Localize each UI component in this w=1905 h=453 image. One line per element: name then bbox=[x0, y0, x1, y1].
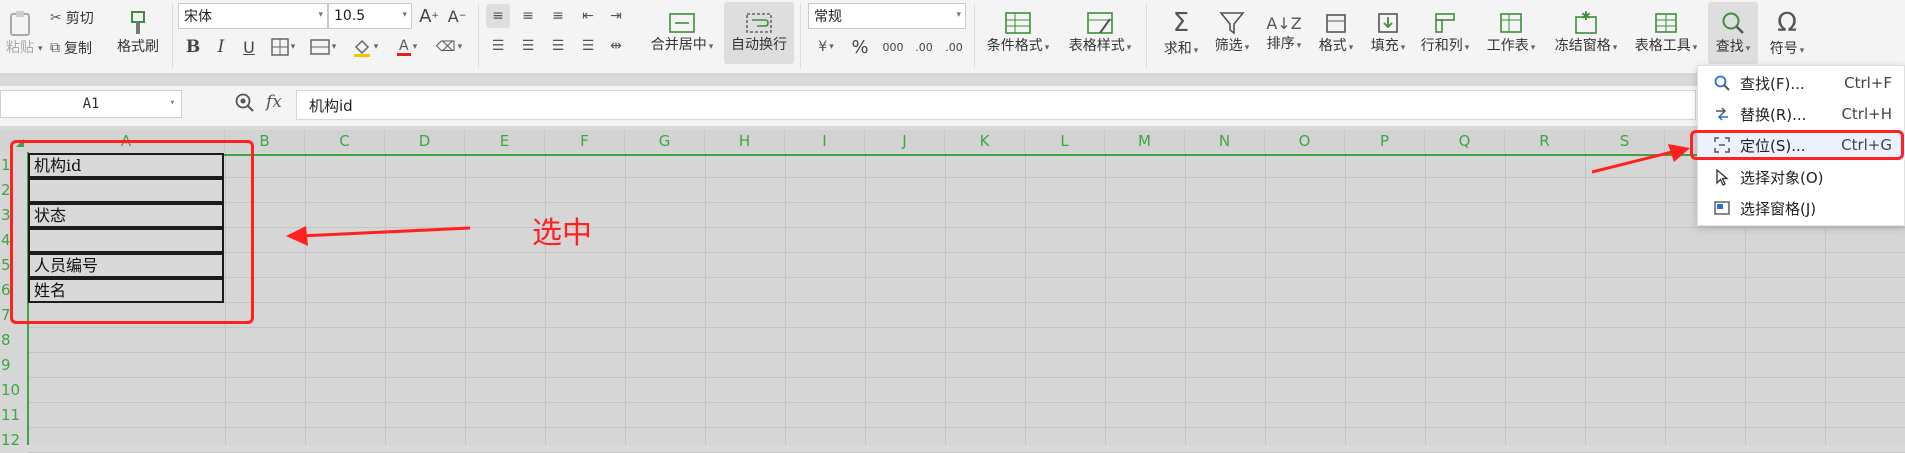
menu-item-select-pane[interactable]: 选择窗格(J) bbox=[1698, 193, 1905, 223]
menu-label: 选择对象(O) bbox=[1740, 168, 1824, 187]
menu-item-select-object[interactable]: 选择对象(O) bbox=[1698, 162, 1905, 192]
menu-item-replace[interactable]: 替换(R)... Ctrl+H bbox=[1698, 99, 1905, 129]
annotation-label: 选中 bbox=[532, 216, 592, 251]
menu-shortcut: Ctrl+F bbox=[1844, 74, 1892, 92]
magnifier-icon bbox=[1710, 74, 1734, 92]
arrow-head-right bbox=[1668, 144, 1690, 162]
menu-shortcut: Ctrl+H bbox=[1841, 105, 1892, 123]
arrow-head-left bbox=[286, 226, 308, 246]
annotation-locate-highlight bbox=[1690, 130, 1904, 160]
menu-label: 替换(R)... bbox=[1740, 105, 1807, 124]
pointer-icon bbox=[1710, 168, 1734, 186]
menu-label: 选择窗格(J) bbox=[1740, 199, 1817, 218]
menu-item-find[interactable]: 查找(F)... Ctrl+F bbox=[1698, 68, 1905, 98]
annotation-arrows bbox=[286, 144, 1690, 246]
arrow-to-menu bbox=[1591, 150, 1673, 174]
replace-icon bbox=[1710, 105, 1734, 123]
arrow-to-cells bbox=[299, 226, 471, 238]
pane-icon bbox=[1710, 199, 1734, 217]
menu-label: 查找(F)... bbox=[1740, 74, 1805, 93]
